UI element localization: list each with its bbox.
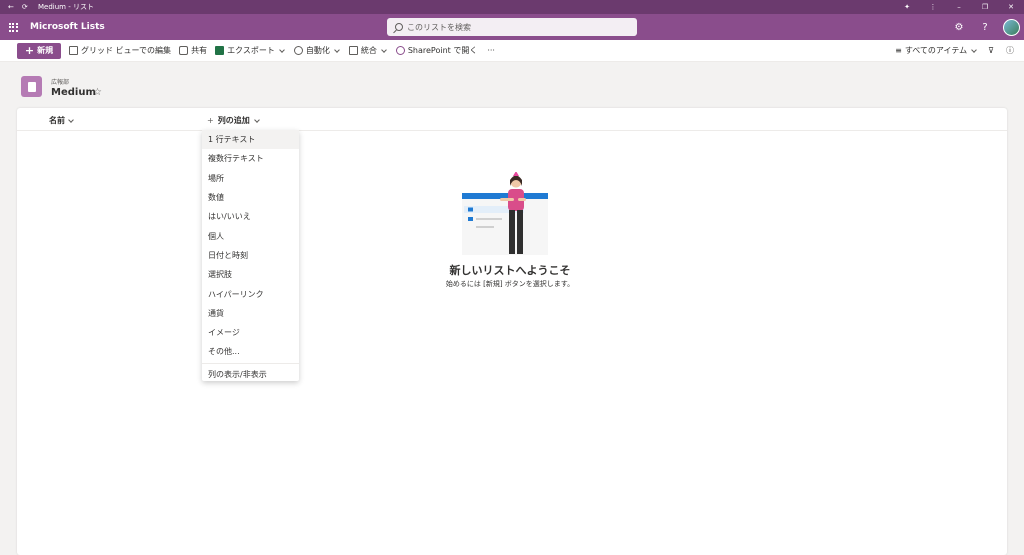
list-icon [21,76,42,97]
view-selector[interactable]: ≡ すべてのアイテム [895,45,978,56]
more-commands-button[interactable]: ··· [487,46,495,55]
help-icon[interactable]: ? [972,22,998,33]
integrate-icon [348,46,358,55]
welcome-illustration [462,172,548,255]
automate-button[interactable]: 自動化 [293,45,341,56]
command-bar: + 新規 グリッド ビューでの編集 共有 エクスポート 自動化 統合 Share… [0,40,1024,62]
menu-item-show-hide-columns[interactable]: 列の表示/非表示 [202,365,299,384]
menu-divider [202,362,299,364]
more-vertical-icon[interactable]: ⋮ [920,0,946,14]
menu-item-location[interactable]: 場所 [202,169,299,188]
grid-edit-button[interactable]: グリッド ビューでの編集 [69,45,171,56]
export-button[interactable]: エクスポート [215,45,286,56]
menu-item-person[interactable]: 個人 [202,226,299,245]
filter-icon[interactable]: ⊽ [988,46,994,55]
menu-item-yes-no[interactable]: はい/いいえ [202,207,299,226]
minimize-button[interactable]: – [946,0,972,14]
back-icon[interactable]: ← [8,3,14,11]
share-label: 共有 [191,46,208,55]
column-header-name[interactable]: 名前 [49,115,75,126]
favorite-star-icon[interactable]: ☆ [93,87,102,98]
menu-item-single-line-text[interactable]: 1 行テキスト [202,130,299,150]
open-sharepoint-label: SharePoint で開く [407,46,478,55]
window-nav: ← ⟳ [0,3,34,11]
view-lines-icon: ≡ [895,46,902,55]
add-column-label: 列の追加 [217,116,250,125]
share-button[interactable]: 共有 [179,45,207,56]
new-button-label: 新規 [37,46,54,55]
settings-icon[interactable]: ⚙ [946,22,972,33]
avatar-wrap[interactable] [998,18,1024,36]
suite-icons: ⚙ ? [946,14,1024,40]
chevron-down-icon [333,46,340,53]
menu-item-multi-line-text[interactable]: 複数行テキスト [202,149,299,168]
menu-item-date-time[interactable]: 日付と時刻 [202,246,299,265]
window-controls: ✦ ⋮ – ❐ ✕ [894,0,1024,14]
extensions-icon[interactable]: ✦ [894,0,920,14]
empty-state-subtitle: 始めるには [新規] ボタンを選択します。 [445,280,575,288]
site-name[interactable]: 広報部 [51,77,69,86]
plus-icon: + [24,43,35,57]
excel-icon [215,46,225,55]
menu-item-number[interactable]: 数値 [202,188,299,207]
menu-item-choice[interactable]: 選択肢 [202,265,299,284]
menu-item-image[interactable]: イメージ [202,323,299,342]
avatar[interactable] [1002,18,1020,36]
chevron-down-icon [380,46,387,53]
menu-item-currency[interactable]: 通貨 [202,304,299,323]
export-label: エクスポート [227,46,275,55]
add-column-plus-icon: + [207,116,214,125]
chevron-down-icon [971,46,977,53]
info-icon[interactable]: ⓘ [1006,45,1014,56]
window-title-bar: ← ⟳ Medium - リスト ✦ ⋮ – ❐ ✕ [0,0,1024,14]
automate-label: 自動化 [305,46,330,55]
column-header-row: 名前 + 列の追加 [17,108,1007,131]
new-button[interactable]: + 新規 [17,42,61,59]
share-icon [179,46,189,55]
menu-item-more[interactable]: その他... [202,342,299,361]
window-title: Medium - リスト [38,3,94,11]
integrate-button[interactable]: 統合 [348,45,388,56]
empty-state-title: 新しいリストへようこそ [449,264,571,277]
view-label: すべてのアイテム [904,46,968,55]
search-placeholder: このリストを検索 [407,22,471,32]
column-name-label: 名前 [49,116,65,125]
sharepoint-icon [395,46,405,55]
search-icon [395,23,403,31]
app-name[interactable]: Microsoft Lists [30,22,105,32]
restore-button[interactable]: ❐ [972,0,998,14]
open-sharepoint-button[interactable]: SharePoint で開く [395,45,478,56]
app-launcher-icon[interactable] [0,14,26,40]
list-title: Medium [51,87,96,98]
integrate-label: 統合 [360,46,377,55]
close-button[interactable]: ✕ [998,0,1024,14]
view-controls: ≡ すべてのアイテム ⊽ ⓘ [887,45,1024,56]
menu-item-hyperlink[interactable]: ハイパーリンク [202,284,299,303]
chevron-down-icon [278,46,285,53]
refresh-icon[interactable]: ⟳ [22,3,28,11]
chevron-down-icon [68,116,74,123]
chevron-down-icon [253,116,260,123]
grid-edit-label: グリッド ビューでの編集 [81,46,172,55]
search-box[interactable]: このリストを検索 [387,18,637,36]
suite-header: Microsoft Lists このリストを検索 ⚙ ? [0,14,1024,40]
more-icon: ··· [487,46,495,55]
add-column-button[interactable]: + 列の追加 [207,115,261,126]
grid-icon [69,46,78,55]
automate-icon [293,46,303,55]
add-column-menu: 1 行テキスト 複数行テキスト 場所 数値 はい/いいえ 個人 日付と時刻 選択… [202,130,299,381]
